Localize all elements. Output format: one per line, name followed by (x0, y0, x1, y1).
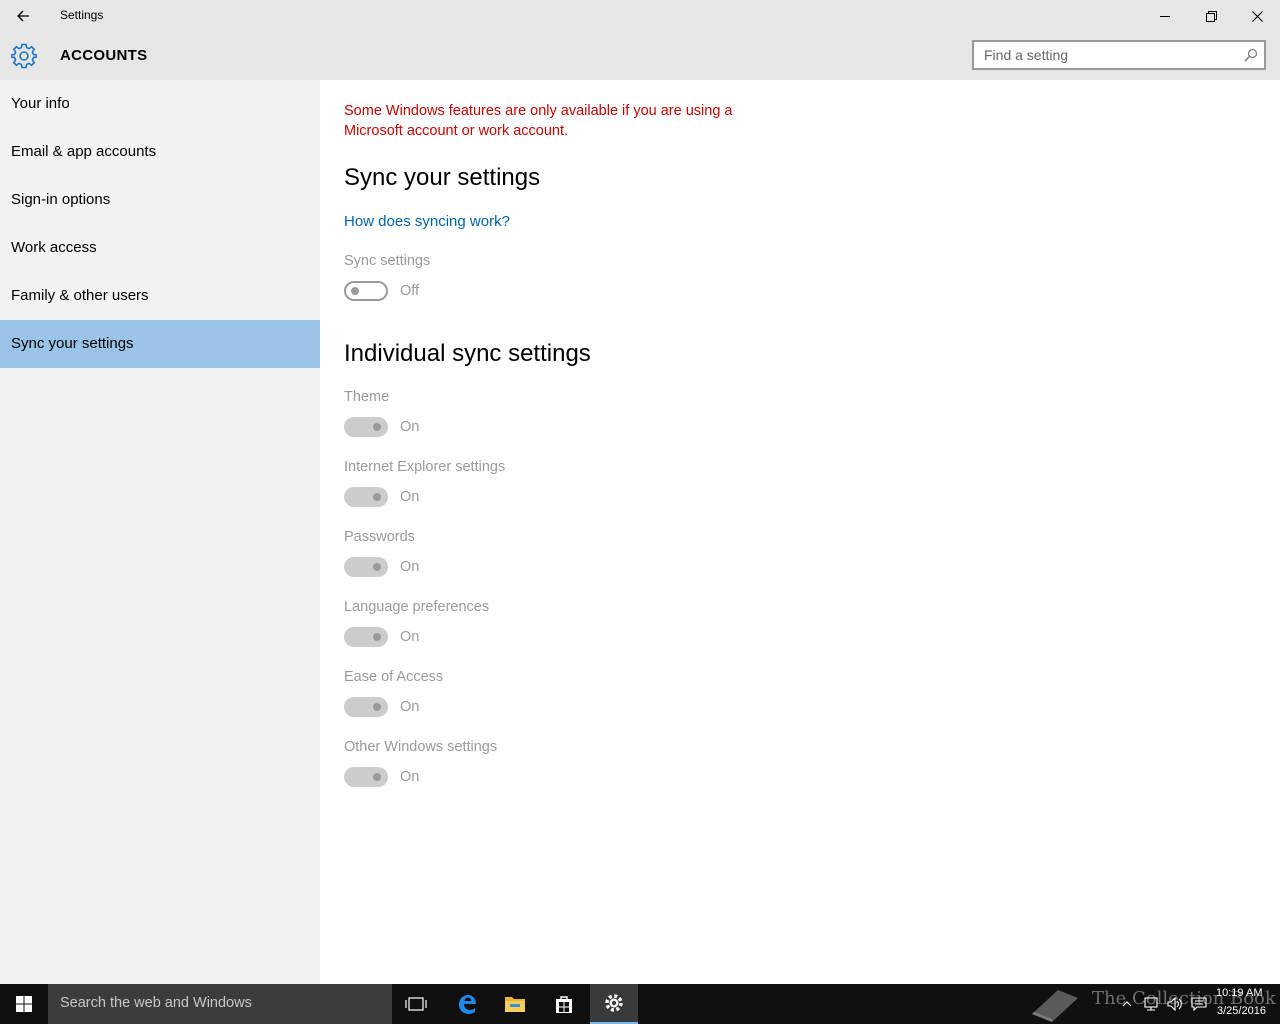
sidebar-item-email-app-accounts[interactable]: Email & app accounts (0, 128, 320, 176)
close-button[interactable] (1234, 0, 1280, 32)
sidebar-item-sync-your-settings[interactable]: Sync your settings (0, 320, 320, 368)
sync-settings-state: Off (400, 283, 420, 299)
language-preferences-state: On (400, 629, 420, 645)
folder-icon (505, 997, 525, 1012)
toggle-knob (373, 563, 381, 571)
toggle-knob (373, 493, 381, 501)
how-syncing-works-link[interactable]: How does syncing work? (344, 213, 510, 230)
sidebar-item-your-info[interactable]: Your info (0, 80, 320, 128)
toggle-knob (373, 633, 381, 641)
edge-icon (459, 995, 476, 1014)
taskbar: Search the web and Windows The Collectio… (0, 984, 1280, 1024)
show-hidden-icons-button[interactable] (1116, 984, 1138, 1024)
language-preferences-label: Language preferences (344, 599, 490, 615)
toggle-knob (373, 703, 381, 711)
task-view-button[interactable] (392, 984, 440, 1024)
settings-gear-icon (605, 994, 623, 1012)
chevron-up-icon (1122, 1001, 1132, 1007)
search-box[interactable] (972, 40, 1266, 70)
page-title: Sync your settings (344, 164, 541, 191)
network-icon (1144, 997, 1158, 1011)
other-windows-settings-state: On (400, 769, 420, 785)
volume-button[interactable] (1164, 984, 1186, 1024)
section-title: ACCOUNTS (60, 47, 148, 64)
back-arrow-icon (17, 10, 29, 22)
store-button[interactable] (540, 984, 588, 1024)
sync-settings-toggle[interactable] (344, 281, 388, 301)
individual-sync-heading: Individual sync settings (344, 340, 591, 367)
action-center-button[interactable] (1188, 984, 1210, 1024)
ie-settings-label: Internet Explorer settings (344, 459, 506, 475)
ease-of-access-state: On (400, 699, 420, 715)
sidebar-item-family-other-users[interactable]: Family & other users (0, 272, 320, 320)
network-button[interactable] (1140, 984, 1162, 1024)
ie-settings-state: On (400, 489, 420, 505)
book-watermark-icon (1032, 990, 1078, 1022)
sidebar-item-work-access[interactable]: Work access (0, 224, 320, 272)
toggle-knob (351, 287, 359, 295)
file-explorer-button[interactable] (491, 984, 539, 1024)
passwords-toggle (344, 557, 388, 577)
language-preferences-toggle (344, 627, 388, 647)
page-header: ACCOUNTS (0, 32, 1280, 80)
theme-label: Theme (344, 389, 390, 405)
search-icon[interactable] (1244, 48, 1258, 62)
window-title: Settings (60, 8, 104, 22)
sync-settings-label: Sync settings (344, 253, 431, 269)
other-windows-settings-toggle (344, 767, 388, 787)
sidebar: Your info Email & app accounts Sign-in o… (0, 80, 320, 984)
task-view-icon (405, 997, 427, 1011)
store-bag-icon (556, 996, 572, 1013)
edge-browser-button[interactable] (443, 984, 491, 1024)
title-bar: Settings (0, 0, 1280, 32)
taskbar-search-text: Search the web and Windows (60, 995, 252, 1011)
toggle-knob (373, 423, 381, 431)
account-warning-text: Some Windows features are only available… (344, 103, 733, 139)
start-button[interactable] (0, 984, 48, 1024)
theme-state: On (400, 419, 420, 435)
back-button[interactable] (0, 0, 46, 32)
notification-icon (1191, 997, 1207, 1011)
restore-icon (1205, 10, 1217, 22)
sidebar-item-sign-in-options[interactable]: Sign-in options (0, 176, 320, 224)
passwords-state: On (400, 559, 420, 575)
other-windows-settings-label: Other Windows settings (344, 739, 498, 755)
restore-button[interactable] (1188, 0, 1234, 32)
search-input[interactable] (984, 46, 1234, 64)
clock-time[interactable]: 10:19 AM (1216, 987, 1262, 999)
minimize-button[interactable] (1142, 0, 1188, 32)
ie-settings-toggle (344, 487, 388, 507)
clock-date[interactable]: 3/25/2016 (1217, 1005, 1266, 1017)
theme-toggle (344, 417, 388, 437)
passwords-label: Passwords (344, 529, 415, 545)
ease-of-access-label: Ease of Access (344, 669, 444, 685)
settings-taskbar-button[interactable] (590, 984, 638, 1024)
close-icon (1251, 10, 1263, 22)
toggle-knob (373, 773, 381, 781)
ease-of-access-toggle (344, 697, 388, 717)
taskbar-search-box[interactable]: Search the web and Windows (48, 984, 392, 1024)
windows-logo-icon (16, 996, 32, 1012)
speaker-icon (1167, 997, 1182, 1011)
minimize-icon (1160, 16, 1170, 17)
gear-icon (10, 43, 38, 69)
